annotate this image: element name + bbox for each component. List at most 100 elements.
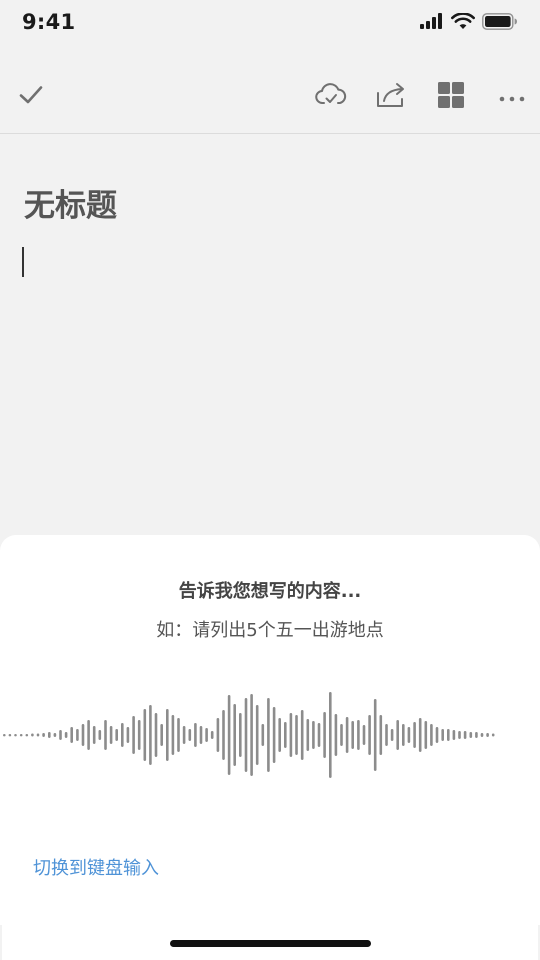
waveform-bar	[48, 732, 51, 738]
waveform-bar	[36, 733, 40, 737]
waveform-bar	[306, 719, 310, 751]
waveform-bar	[340, 724, 343, 746]
waveform-bar	[486, 733, 489, 737]
waveform-bar	[19, 734, 23, 737]
waveform-bar	[104, 720, 107, 750]
waveform-bar	[143, 709, 147, 761]
waveform-bar	[284, 722, 287, 748]
waveform-bar	[199, 726, 203, 744]
waveform-bar	[194, 723, 197, 747]
waveform-bar	[407, 727, 411, 743]
waveform-bar	[126, 727, 130, 743]
done-button[interactable]	[16, 82, 46, 112]
voice-example: 如：请列出5个五一出游地点	[156, 620, 384, 641]
waveform-bar	[166, 709, 169, 761]
waveform-bar	[205, 728, 208, 742]
waveform-bar	[70, 727, 73, 743]
waveform-bar	[222, 710, 225, 760]
waveform-bar	[244, 698, 248, 772]
waveform-bar	[59, 730, 62, 740]
waveform-bar	[261, 724, 265, 746]
share-button[interactable]	[375, 82, 407, 112]
waveform-bar	[323, 712, 326, 758]
waveform-bar	[329, 692, 332, 778]
waveform-bar	[87, 720, 90, 750]
more-button[interactable]	[497, 82, 527, 112]
waveform-bar	[42, 733, 45, 737]
waveform-bar	[469, 732, 473, 738]
waveform-bar	[447, 729, 450, 741]
waveform-bar	[413, 722, 416, 748]
waveform-bar	[227, 695, 231, 775]
waveform-bar	[154, 713, 158, 757]
switch-to-keyboard-link[interactable]: 切换到键盘输入	[33, 854, 159, 880]
waveform-bar	[76, 729, 79, 741]
waveform-bar	[402, 724, 405, 746]
waveform-bar	[385, 724, 388, 746]
waveform-bar	[171, 715, 175, 755]
waveform-bar	[368, 715, 371, 755]
waveform-bar	[267, 698, 270, 772]
waveform-bar	[250, 694, 253, 776]
waveform	[3, 692, 495, 778]
waveform-bar	[362, 725, 366, 745]
voice-input-sheet: 告诉我您想写的内容... 如：请列出5个五一出游地点 切换到键盘输入	[0, 535, 540, 960]
waveform-bar	[452, 730, 456, 740]
waveform-bar	[475, 732, 478, 738]
waveform-bar	[188, 729, 192, 741]
waveform-bar	[25, 734, 29, 737]
waveform-bar	[390, 729, 394, 741]
grid-view-icon	[437, 81, 465, 113]
waveform-bar	[132, 716, 135, 754]
waveform-bar	[121, 723, 124, 747]
text-cursor	[22, 247, 24, 277]
waveform-bar	[351, 721, 354, 749]
waveform-bar	[92, 726, 96, 744]
grid-view-button[interactable]	[436, 82, 466, 112]
waveform-bar	[8, 734, 12, 737]
screen: 9:41 无标题 告诉我您想写的内容... 如：请列出5个五一出游地点 切换到键…	[0, 0, 540, 960]
waveform-bar	[317, 723, 321, 747]
waveform-bar	[233, 704, 236, 766]
waveform-bar	[312, 721, 315, 749]
waveform-bar	[64, 732, 68, 738]
home-indicator[interactable]	[170, 940, 371, 947]
status-bar: 9:41	[0, 0, 540, 46]
waveform-bar	[396, 720, 399, 750]
waveform-bar	[177, 718, 180, 752]
cloud-sync-button[interactable]	[315, 82, 347, 112]
waveform-bar	[435, 727, 439, 743]
toolbar	[0, 46, 540, 134]
waveform-bar	[334, 714, 338, 756]
waveform-bar	[295, 715, 298, 755]
waveform-bar	[463, 731, 467, 739]
note-title[interactable]: 无标题	[24, 180, 117, 225]
waveform-bar	[81, 724, 85, 746]
waveform-bar	[3, 734, 6, 737]
waveform-bar	[300, 710, 304, 760]
waveform-bar	[239, 713, 242, 757]
share-icon	[375, 81, 407, 113]
waveform-bar	[345, 717, 349, 753]
waveform-bar	[182, 726, 186, 744]
waveform-bar	[53, 733, 57, 737]
status-time: 9:41	[22, 10, 76, 34]
waveform-bar	[418, 718, 422, 752]
waveform-bar	[357, 720, 360, 750]
waveform-bar	[441, 729, 444, 741]
battery-icon	[482, 12, 518, 34]
waveform-bar	[160, 724, 163, 746]
waveform-bar	[14, 734, 17, 737]
waveform-bar	[458, 731, 461, 739]
checkmark-icon	[18, 84, 44, 110]
waveform-bar	[289, 713, 293, 757]
waveform-bar	[31, 733, 34, 737]
waveform-bar	[424, 721, 428, 749]
cellular-signal-icon	[420, 13, 444, 33]
more-icon	[499, 88, 525, 107]
waveform-bar	[149, 705, 152, 765]
waveform-bar	[491, 733, 495, 737]
status-icons	[420, 11, 518, 34]
waveform-bar	[278, 718, 281, 752]
waveform-bar	[373, 699, 377, 771]
